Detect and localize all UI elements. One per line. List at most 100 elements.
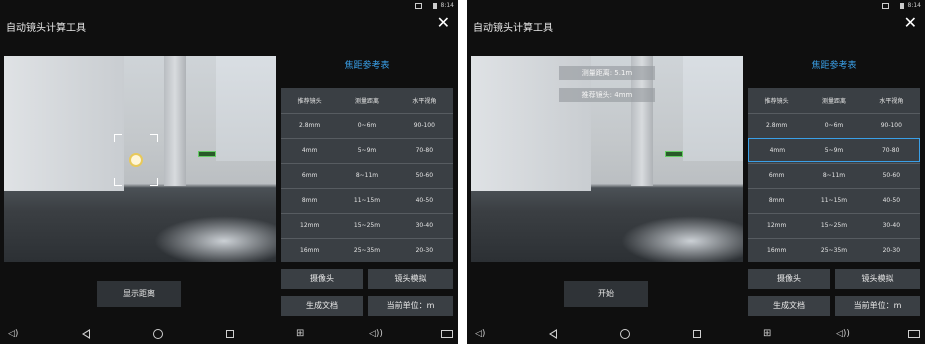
reference-table: 推荐镜头 测量距离 水平视角 2.8mm 0~6m 90-100 4mm 5~9m 70… xyxy=(281,88,453,262)
cell-lens: 6mm xyxy=(301,172,318,179)
reference-table-title: 焦距参考表 xyxy=(811,61,857,71)
cell-distance: 0~6m xyxy=(824,122,844,129)
battery-icon xyxy=(899,2,904,9)
close-icon[interactable]: ✕ xyxy=(437,14,450,32)
col-header-distance: 测量距离 xyxy=(354,97,379,105)
cell-distance: 0~6m xyxy=(357,122,377,129)
start-button[interactable]: 开始 xyxy=(564,281,648,307)
table-row[interactable]: 12mm 15~25m 30-40 xyxy=(748,213,920,237)
status-bar: 8:14 xyxy=(467,0,925,12)
volume-icon[interactable]: ◁) xyxy=(8,327,18,341)
cell-distance: 11~15m xyxy=(353,197,381,204)
measured-distance-label: 测量距离: 5.1m xyxy=(559,66,655,80)
table-row[interactable]: 8mm 11~15m 40-50 xyxy=(748,188,920,212)
cell-angle: 70-80 xyxy=(881,146,900,154)
cell-distance: 8~11m xyxy=(822,172,846,179)
preview-window xyxy=(216,56,276,161)
cell-angle: 40-50 xyxy=(415,197,434,204)
close-icon[interactable]: ✕ xyxy=(904,14,917,32)
cell-distance: 5~9m xyxy=(824,146,844,154)
cell-angle: 70-80 xyxy=(415,147,434,154)
cell-lens: 2.8mm xyxy=(766,122,788,129)
camera-button[interactable]: 摄像头 xyxy=(281,269,363,289)
app-title: 自动镜头计算工具 xyxy=(6,23,86,34)
generate-doc-button[interactable]: 生成文档 xyxy=(748,296,830,316)
table-header: 推荐镜头 测量距离 水平视角 xyxy=(281,88,453,112)
status-time: 8:14 xyxy=(907,2,921,9)
cell-angle: 50-60 xyxy=(882,172,901,179)
cell-distance: 15~25m xyxy=(353,222,381,229)
camera-button[interactable]: 摄像头 xyxy=(748,269,830,289)
recents-icon[interactable] xyxy=(693,330,701,338)
preview-floor xyxy=(621,216,743,262)
table-row[interactable]: 8mm 11~15m 40-50 xyxy=(281,188,453,212)
cell-distance: 15~25m xyxy=(820,222,848,229)
nav-bar: ◁) ⊞ ◁)) xyxy=(0,324,458,344)
col-header-angle: 水平视角 xyxy=(879,97,904,105)
home-icon[interactable] xyxy=(620,329,630,339)
table-row[interactable]: 6mm 8~11m 50-60 xyxy=(281,163,453,187)
lens-sim-button[interactable]: 镜头模拟 xyxy=(368,269,453,289)
cell-angle: 30-40 xyxy=(415,222,434,229)
cell-angle: 20-30 xyxy=(415,247,434,254)
cell-lens: 2.8mm xyxy=(299,122,321,129)
volume-icon[interactable]: ◁) xyxy=(475,327,485,341)
focus-corner xyxy=(150,134,158,142)
focus-corner xyxy=(114,134,122,142)
cell-angle: 90-100 xyxy=(413,122,435,129)
volume-up-icon[interactable]: ◁)) xyxy=(369,327,383,341)
focus-corner xyxy=(150,178,158,186)
table-row[interactable]: 12mm 15~25m 30-40 xyxy=(281,213,453,237)
cell-lens: 12mm xyxy=(767,222,787,229)
col-header-distance: 测量距离 xyxy=(821,97,846,105)
unit-button[interactable]: 当前单位：m xyxy=(368,296,453,316)
app-title: 自动镜头计算工具 xyxy=(473,23,553,34)
generate-doc-button[interactable]: 生成文档 xyxy=(281,296,363,316)
show-distance-button[interactable]: 显示距离 xyxy=(97,281,181,307)
battery-icon xyxy=(432,2,437,9)
table-row[interactable]: 2.8mm 0~6m 90-100 xyxy=(748,113,920,137)
cell-lens: 12mm xyxy=(300,222,320,229)
status-time: 8:14 xyxy=(440,2,454,9)
cell-lens: 16mm xyxy=(767,247,787,254)
focus-target-icon[interactable] xyxy=(129,153,143,167)
volume-up-icon[interactable]: ◁)) xyxy=(836,327,850,341)
focus-frame[interactable] xyxy=(114,134,158,186)
reference-table: 推荐镜头 测量距离 水平视角 2.8mm 0~6m 90-100 4mm 5~9m 70… xyxy=(748,88,920,262)
col-header-lens: 推荐镜头 xyxy=(297,97,322,105)
cell-lens: 8mm xyxy=(768,197,785,204)
back-icon[interactable] xyxy=(549,329,557,339)
table-row[interactable]: 2.8mm 0~6m 90-100 xyxy=(281,113,453,137)
cell-lens: 4mm xyxy=(301,147,318,154)
cell-angle: 40-50 xyxy=(882,197,901,204)
camera-preview[interactable] xyxy=(4,56,276,262)
exit-sign xyxy=(198,151,216,157)
cell-lens: 6mm xyxy=(768,172,785,179)
recommended-lens-label: 推荐镜头: 4mm xyxy=(559,88,655,102)
apps-grid-icon[interactable]: ⊞ xyxy=(763,327,771,341)
table-row[interactable]: 4mm 5~9m 70-80 xyxy=(281,138,453,162)
cell-angle: 30-40 xyxy=(882,222,901,229)
table-row[interactable]: 6mm 8~11m 50-60 xyxy=(748,163,920,187)
col-header-angle: 水平视角 xyxy=(412,97,437,105)
screenshot-icon[interactable] xyxy=(441,330,453,338)
table-row-selected[interactable]: 4mm 5~9m 70-80 xyxy=(748,138,920,162)
cell-distance: 8~11m xyxy=(355,172,379,179)
home-icon[interactable] xyxy=(153,329,163,339)
cell-lens: 16mm xyxy=(300,247,320,254)
cell-lens: 8mm xyxy=(301,197,318,204)
table-row[interactable]: 16mm 25~35m 20-30 xyxy=(748,238,920,262)
cell-lens: 4mm xyxy=(769,146,786,154)
table-row[interactable]: 16mm 25~35m 20-30 xyxy=(281,238,453,262)
back-icon[interactable] xyxy=(82,329,90,339)
unit-button[interactable]: 当前单位：m xyxy=(835,296,920,316)
reference-table-title: 焦距参考表 xyxy=(344,61,390,71)
table-header: 推荐镜头 测量距离 水平视角 xyxy=(748,88,920,112)
camera-preview[interactable]: 测量距离: 5.1m 推荐镜头: 4mm xyxy=(471,56,743,262)
cell-distance: 11~15m xyxy=(820,197,848,204)
lens-sim-button[interactable]: 镜头模拟 xyxy=(835,269,920,289)
recents-icon[interactable] xyxy=(226,330,234,338)
apps-grid-icon[interactable]: ⊞ xyxy=(296,327,304,341)
focus-corner xyxy=(114,178,122,186)
screenshot-icon[interactable] xyxy=(908,330,920,338)
